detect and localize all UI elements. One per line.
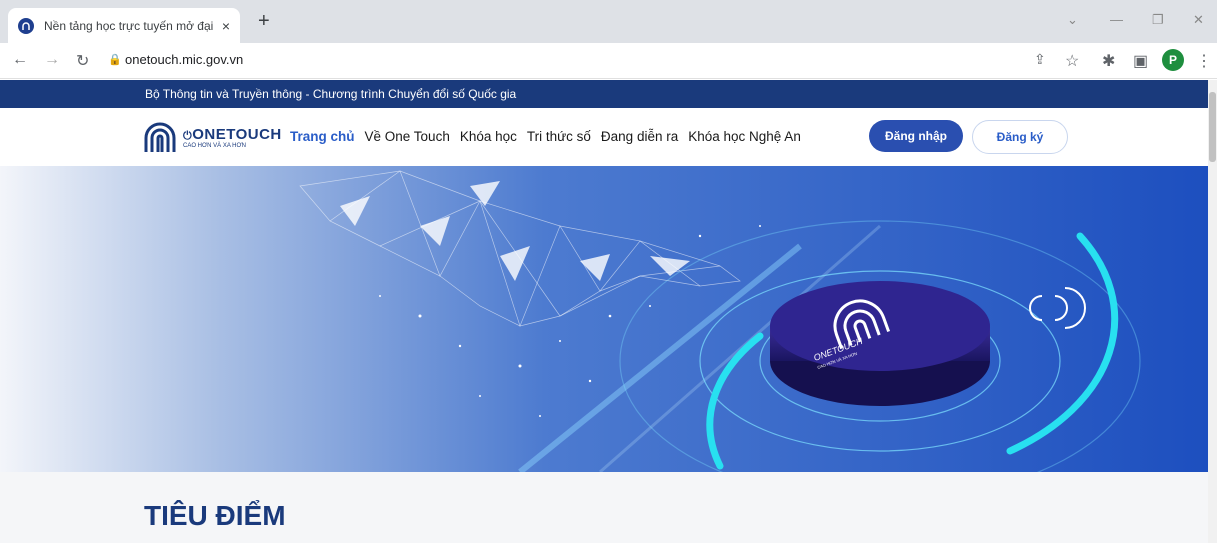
ministry-text: Bộ Thông tin và Truyền thông - Chương tr… (145, 87, 517, 101)
address-bar[interactable]: onetouch.mic.gov.vn (125, 52, 243, 67)
nav-item-digital-knowledge[interactable]: Tri thức số (527, 129, 591, 144)
browser-tab[interactable]: Nền tảng học trực tuyến mở đại × (8, 8, 240, 43)
back-icon[interactable]: ← (12, 51, 28, 69)
side-panel-icon[interactable]: ▣ (1133, 51, 1148, 71)
browser-toolbar: ← → ↻ 🔒 onetouch.mic.gov.vn ⇪ ☆ ✱ ▣ ⋮ (0, 43, 1217, 79)
power-icon: ⏻ (183, 129, 193, 142)
onetouch-logo-icon (144, 122, 176, 152)
focus-section: TIÊU ĐIỂM (0, 472, 1208, 543)
tab-close-icon[interactable]: × (222, 18, 230, 34)
nav-item-home[interactable]: Trang chủ (290, 129, 355, 144)
section-heading: TIÊU ĐIỂM (144, 500, 286, 531)
site-favicon-icon (18, 17, 34, 34)
window-close-icon[interactable]: ✕ (1193, 12, 1204, 28)
profile-avatar[interactable]: P (1162, 49, 1184, 71)
logo-subtitle: CAO HƠN VÀ XA HƠN (183, 142, 246, 149)
login-button[interactable]: Đăng nhập (869, 120, 963, 152)
extensions-icon[interactable]: ✱ (1102, 51, 1115, 71)
forward-icon[interactable]: → (44, 51, 60, 69)
hero-banner: ONETOUCH CAO HƠN VÀ XA HƠN (0, 166, 1208, 472)
site-header: ⏻ONETOUCH CAO HƠN VÀ XA HƠN Trang chủ Về… (0, 108, 1208, 166)
nav-item-about[interactable]: Về One Touch (365, 129, 450, 144)
hero-illustration: ONETOUCH CAO HƠN VÀ XA HƠN (0, 166, 1208, 472)
page-scrollbar[interactable] (1208, 80, 1217, 543)
bookmark-star-icon[interactable]: ☆ (1065, 51, 1079, 71)
new-tab-button[interactable]: + (258, 10, 270, 33)
minimize-icon[interactable]: — (1110, 12, 1123, 27)
share-icon[interactable]: ⇪ (1034, 51, 1046, 68)
logo-title: ONETOUCH (192, 125, 282, 143)
lock-icon[interactable]: 🔒 (108, 53, 122, 66)
site-top-banner: Bộ Thông tin và Truyền thông - Chương tr… (0, 80, 1208, 108)
nav-item-courses[interactable]: Khóa học (460, 129, 517, 144)
main-menu: Trang chủ Về One Touch Khóa học Tri thức… (290, 129, 801, 144)
nav-item-nghe-an[interactable]: Khóa học Nghệ An (688, 129, 801, 144)
reload-icon[interactable]: ↻ (76, 51, 89, 71)
restore-icon[interactable]: ❐ (1152, 12, 1164, 28)
site-logo[interactable]: ⏻ONETOUCH CAO HƠN VÀ XA HƠN (143, 120, 282, 154)
register-button[interactable]: Đăng ký (972, 120, 1068, 154)
tab-title: Nền tảng học trực tuyến mở đại (43, 18, 214, 33)
scrollbar-thumb[interactable] (1209, 92, 1216, 162)
tab-search-icon[interactable]: ⌄ (1067, 12, 1078, 28)
browser-tab-bar: Nền tảng học trực tuyến mở đại × + ⌄ — ❐… (0, 0, 1217, 43)
menu-kebab-icon[interactable]: ⋮ (1196, 51, 1212, 71)
nav-item-ongoing[interactable]: Đang diễn ra (601, 129, 678, 144)
